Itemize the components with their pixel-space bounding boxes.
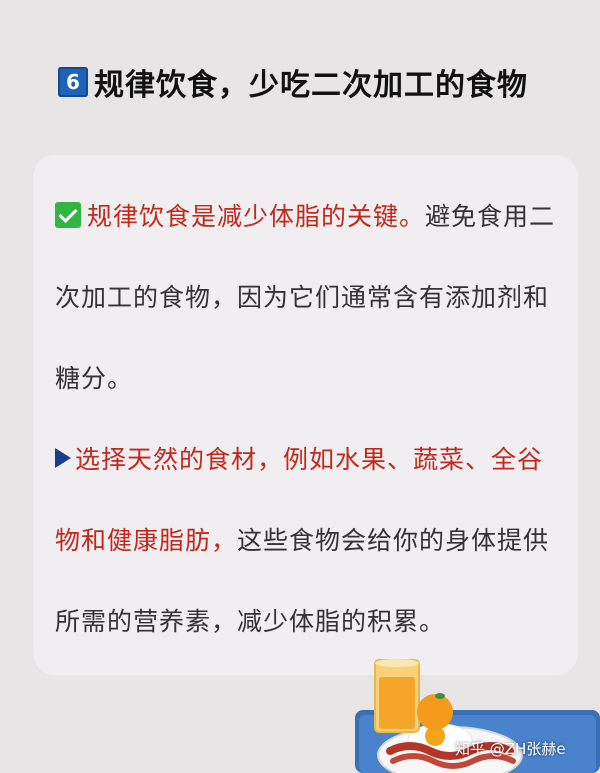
page-title: 6 规律饮食，少吃二次加工的食物 [58,60,528,104]
paragraph-1-highlight: 规律饮食是减少体脂的关键。 [87,202,426,231]
triangle-bullet-icon [55,448,71,468]
number-6-badge-icon: 6 [58,67,88,97]
title-text: 规律饮食，少吃二次加工的食物 [94,68,528,103]
watermark: 知乎 @ZH张赫e [455,740,566,758]
check-mark-icon [55,202,81,228]
paragraph-1: 规律饮食是减少体脂的关键。避免食用二次加工的食物，因为它们通常含有添加剂和糖分。 [55,176,565,419]
paragraph-2: 选择天然的食材，例如水果、蔬菜、全谷物和健康脂肪，这些食物会给你的身体提供所需的… [55,419,565,662]
